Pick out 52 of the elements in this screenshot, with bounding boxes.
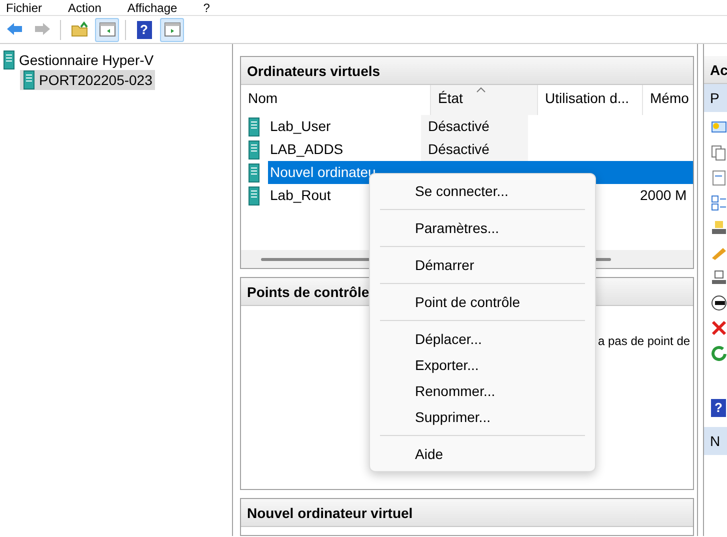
tree-item[interactable]: PORT202205-023 [20,70,156,90]
server-icon [248,140,260,160]
menu-item[interactable]: Paramètres... [370,215,595,241]
server-icon [23,70,35,90]
table-cell[interactable]: Lab_Rout [268,184,333,207]
network-icon [711,220,727,236]
toolbar-button[interactable] [160,18,184,42]
panel-title: Ordinateurs virtuels [241,57,693,85]
menu-item[interactable]: Exporter... [370,352,595,378]
drive-icon [711,270,727,286]
table-cell[interactable]: LAB_ADDS [268,138,346,161]
sort-caret-icon [476,87,486,93]
server-icon [248,116,260,136]
panel-title: Nouvel ordinateur virtuel [241,498,693,527]
help-icon: ? [136,20,152,38]
tree-item[interactable]: Gestionnaire Hyper-V [0,50,157,70]
pencil-icon [711,245,727,261]
table-cell[interactable]: Lab_User [268,115,333,138]
refresh-icon [711,345,727,361]
folder-icon [70,20,88,39]
menu-item[interactable]: Action [68,0,102,15]
server-icon [248,186,260,206]
menu-item[interactable]: ? [203,0,210,15]
stop-icon [711,295,727,311]
server-icon [248,162,260,182]
column-header[interactable]: État [431,85,538,115]
section-header[interactable]: N [704,427,727,455]
toolbar-button[interactable]: ? [132,18,156,42]
menu-item[interactable]: Affichage [127,0,178,15]
panel-icon [162,20,182,39]
menu-item[interactable]: Supprimer... [370,404,595,430]
table-cell: Désactivé [421,138,528,161]
section-header[interactable]: P [704,84,727,112]
checklist-icon [711,195,727,211]
menu-item[interactable]: Renommer... [370,378,595,404]
menu-item[interactable]: Fichier [6,0,42,15]
table-cell [633,161,693,184]
table-cell: Désactivé [421,115,528,138]
toolbar-button[interactable] [95,18,119,42]
table-cell-text: 2000 M [639,186,688,205]
document-icon [711,170,727,186]
delete-icon [711,320,727,336]
help-icon[interactable]: ? [711,399,726,417]
empty-message: a pas de point de [598,333,690,350]
panel-icon [98,20,116,39]
menu-item[interactable]: Démarrer [370,252,595,278]
server-icon [3,50,15,70]
copy-icon [711,145,727,161]
column-header[interactable]: Utilisation d... [538,85,643,115]
column-header[interactable]: Mémo [643,85,693,115]
menu-item[interactable]: Déplacer... [370,326,595,352]
menu-item[interactable]: Aide [370,441,595,467]
